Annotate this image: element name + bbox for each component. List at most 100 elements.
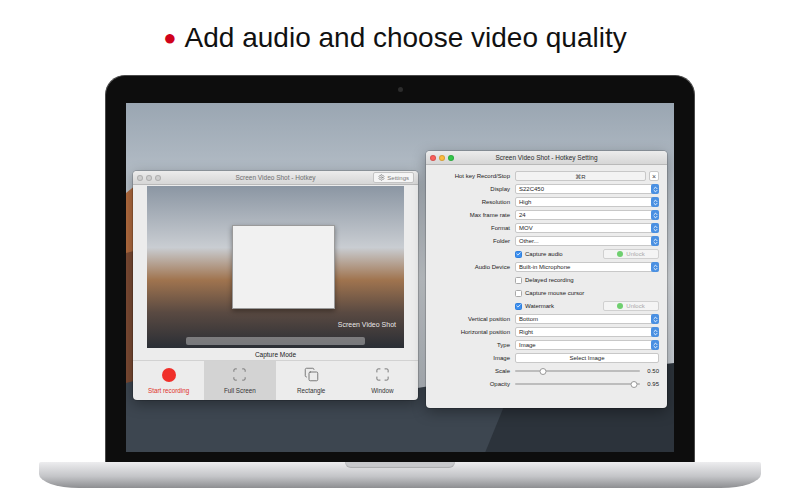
check-icon — [516, 251, 521, 257]
capture-mode-button[interactable]: Window — [347, 361, 418, 400]
title-bar: Screen Video Shot - Hotkey Setting — [426, 151, 667, 165]
checkbox-cell: Delayed recording — [515, 277, 659, 284]
setting-control: Image — [515, 340, 659, 350]
select-image-button[interactable]: Select Image — [515, 353, 659, 363]
checkbox-label[interactable]: Watermark — [525, 303, 554, 309]
checkbox[interactable] — [515, 277, 522, 284]
chevrons-icon — [652, 212, 659, 219]
capture-modes: Start recording Full ScreenRectangle Windo… — [133, 360, 418, 400]
unlock-icon — [617, 251, 623, 257]
checkbox[interactable] — [515, 303, 522, 310]
setting-row: Image Select Image — [432, 352, 659, 364]
headline-bar: ●Add audio and choose video quality — [163, 0, 636, 75]
page: ●Add audio and choose video quality Scree… — [0, 0, 800, 500]
checkbox-cell: Watermark Unlock — [515, 301, 659, 311]
select-arrow — [651, 340, 659, 350]
setting-label: Horizontal position — [432, 329, 510, 335]
clear-button[interactable]: × — [649, 171, 659, 181]
zoom-button[interactable] — [155, 175, 161, 181]
setting-control: 0.50 — [515, 367, 659, 376]
select[interactable]: Built-in Microphone — [515, 262, 659, 272]
setting-row: Horizontal position Right — [432, 326, 659, 338]
slider-knob[interactable] — [539, 368, 546, 375]
chevrons-icon — [652, 199, 659, 206]
setting-label: Type — [432, 342, 510, 348]
select[interactable]: Bottom — [515, 314, 659, 324]
select[interactable]: S22C450 — [515, 184, 659, 194]
select-value: Right — [519, 329, 533, 335]
setting-control: MOV — [515, 223, 659, 233]
select-arrow — [651, 262, 659, 272]
preview-dock — [186, 337, 366, 345]
slider-knob[interactable] — [630, 381, 637, 388]
select[interactable]: Right — [515, 327, 659, 337]
select-value: Built-in Microphone — [519, 264, 570, 270]
select-arrow — [651, 314, 659, 324]
slider-reading: 0.50 — [643, 368, 659, 374]
slider[interactable] — [515, 367, 640, 376]
setting-control: Select Image — [515, 353, 659, 363]
slider-track — [515, 383, 640, 385]
window-title: Screen Video Shot - Hotkey — [187, 174, 364, 181]
select[interactable]: Image — [515, 340, 659, 350]
minimize-button[interactable] — [146, 175, 152, 181]
setting-control: S22C450 — [515, 184, 659, 194]
checkbox-label[interactable]: Capture mouse cursor — [525, 290, 584, 296]
select[interactable]: MOV — [515, 223, 659, 233]
capture-mode-label: Capture Mode — [133, 348, 418, 360]
checkbox-label[interactable]: Delayed recording — [525, 277, 574, 283]
setting-control: Built-in Microphone — [515, 262, 659, 272]
setting-row: Audio DeviceBuilt-in Microphone — [432, 261, 659, 273]
setting-control: Bottom — [515, 314, 659, 324]
settings-button[interactable]: Settings — [373, 172, 414, 183]
laptop-base — [39, 462, 761, 488]
minimize-button[interactable] — [439, 155, 445, 161]
record-icon — [162, 368, 176, 382]
checkbox[interactable] — [515, 251, 522, 258]
checkbox-label[interactable]: Capture audio — [525, 251, 563, 257]
mode-label: Start recording — [148, 387, 189, 394]
select[interactable]: 24 — [515, 210, 659, 220]
unlock-button[interactable]: Unlock — [603, 301, 659, 311]
select-value: Other... — [519, 238, 539, 244]
setting-label: Image — [432, 355, 510, 361]
gear-icon — [378, 174, 385, 181]
slider-reading: 0.95 — [643, 381, 659, 387]
unlock-button[interactable]: Unlock — [603, 249, 659, 259]
setting-row: Folder Other... — [432, 235, 659, 247]
setting-control: High — [515, 197, 659, 207]
setting-label: Folder — [432, 238, 510, 244]
window-controls — [430, 155, 480, 161]
rectangle-icon — [304, 367, 319, 382]
settings-window: Screen Video Shot - Hotkey Setting Hot ke… — [426, 151, 667, 408]
setting-row: Type Image — [432, 339, 659, 351]
slider[interactable] — [515, 380, 640, 389]
hotkey-field[interactable]: ⌘R — [515, 171, 646, 181]
setting-label: Format — [432, 225, 510, 231]
headline: Add audio and choose video quality — [185, 22, 627, 54]
zoom-button[interactable] — [448, 155, 454, 161]
select[interactable]: High — [515, 197, 659, 207]
checkbox[interactable] — [515, 290, 522, 297]
capture-mode-button[interactable]: Start recording — [133, 361, 204, 400]
window-controls — [137, 175, 187, 181]
slider-track — [515, 370, 640, 372]
title-actions: Settings — [364, 172, 414, 183]
capture-mode-button[interactable]: Full Screen — [204, 361, 275, 400]
close-button[interactable] — [137, 175, 143, 181]
chevrons-icon — [652, 342, 659, 349]
select-arrow — [651, 223, 659, 233]
setting-row: Vertical positionBottom — [432, 313, 659, 325]
mode-label: Window — [371, 387, 393, 394]
select-value: MOV — [519, 225, 533, 231]
setting-control: Other... — [515, 236, 659, 246]
checkbox-row: Watermark Unlock — [432, 300, 659, 312]
select-arrow — [651, 197, 659, 207]
setting-control: Right — [515, 327, 659, 337]
setting-label: Hot key Record/Stop — [432, 173, 510, 179]
close-button[interactable] — [430, 155, 436, 161]
capture-mode-button[interactable]: Rectangle — [276, 361, 347, 400]
select[interactable]: Other... — [515, 236, 659, 246]
select-arrow — [651, 184, 659, 194]
setting-row: ResolutionHigh — [432, 196, 659, 208]
